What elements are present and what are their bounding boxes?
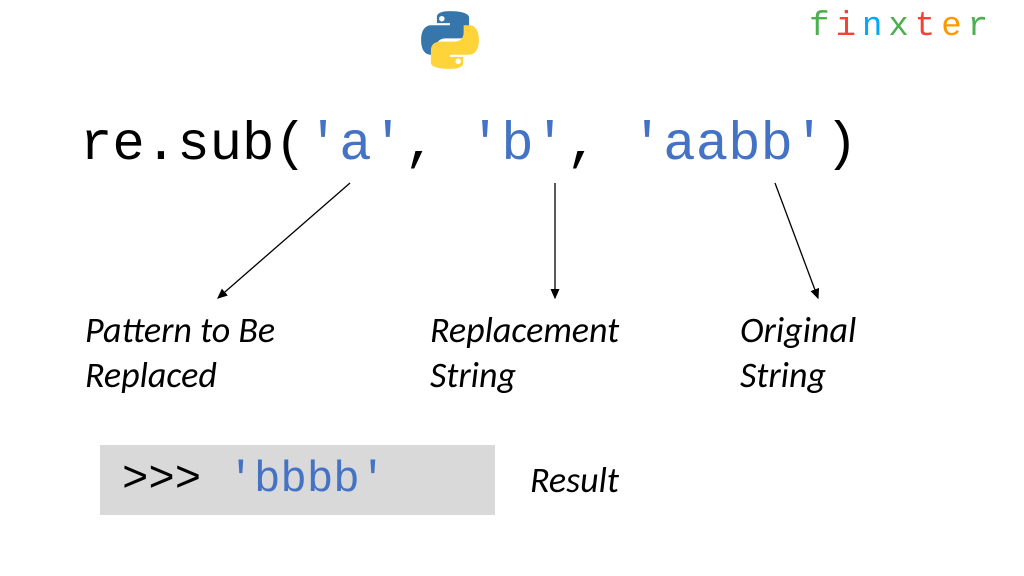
python-logo-icon bbox=[420, 10, 480, 70]
label-original: Original String bbox=[740, 308, 856, 398]
result-value: 'bbbb' bbox=[228, 455, 386, 505]
label-original-line1: Original bbox=[740, 308, 856, 353]
label-replacement: Replacement String bbox=[430, 308, 619, 398]
brand-letter: i bbox=[836, 8, 862, 46]
brand-letter: t bbox=[915, 8, 941, 46]
result-prompt: >>> bbox=[122, 455, 228, 505]
label-result: Result bbox=[530, 458, 619, 502]
code-prefix: re.sub( bbox=[80, 115, 307, 176]
label-pattern-line2: Replaced bbox=[85, 353, 275, 398]
label-original-line2: String bbox=[740, 353, 856, 398]
result-output: >>> 'bbbb' bbox=[100, 445, 495, 515]
code-sep1: , bbox=[404, 115, 469, 176]
brand-letter: n bbox=[862, 8, 888, 46]
code-suffix: ) bbox=[825, 115, 857, 176]
brand-letter: x bbox=[888, 8, 914, 46]
brand-letter: e bbox=[941, 8, 967, 46]
label-pattern-line1: Pattern to Be bbox=[85, 308, 275, 353]
label-replacement-line2: String bbox=[430, 353, 619, 398]
code-arg-replacement: 'b' bbox=[469, 115, 566, 176]
code-arg-pattern: 'a' bbox=[307, 115, 404, 176]
code-expression: re.sub('a', 'b', 'aabb') bbox=[80, 115, 858, 176]
code-sep2: , bbox=[566, 115, 631, 176]
brand-letter: f bbox=[809, 8, 835, 46]
code-arg-original: 'aabb' bbox=[631, 115, 825, 176]
label-replacement-line1: Replacement bbox=[430, 308, 619, 353]
label-pattern: Pattern to Be Replaced bbox=[85, 308, 275, 398]
brand-logo: finxter bbox=[809, 8, 994, 46]
brand-letter: r bbox=[968, 8, 994, 46]
